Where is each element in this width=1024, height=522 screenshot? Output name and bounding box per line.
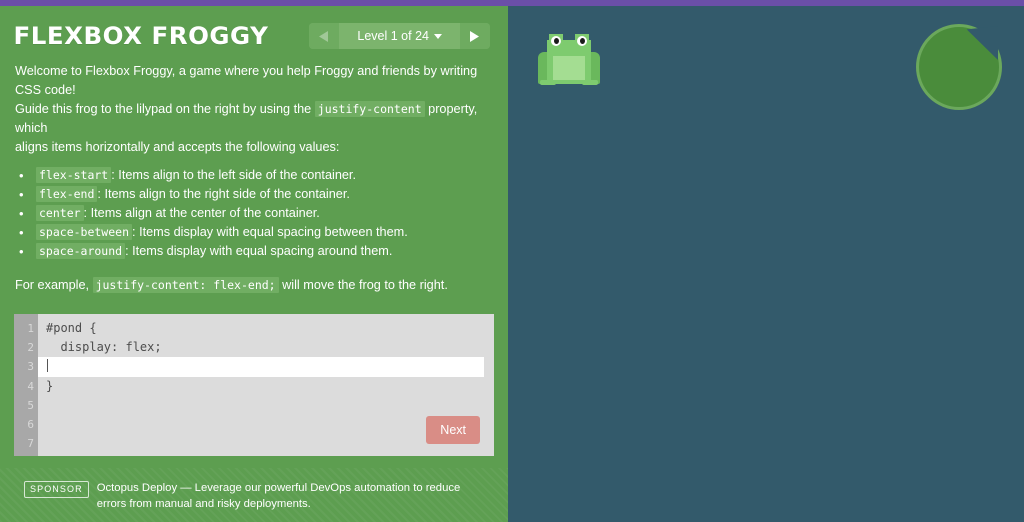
list-item: flex-end: Items align to the right side … <box>19 185 508 204</box>
value-desc-center: : Items align at the center of the conta… <box>83 206 320 220</box>
value-code-flex-end: flex-end <box>36 186 98 202</box>
intro-line-2-prefix: Guide this frog to the lilypad on the ri… <box>15 102 312 116</box>
line-number: 5 <box>27 398 34 412</box>
sponsor-row: SPONSOR Octopus Deploy — Leverage our po… <box>24 480 484 512</box>
value-desc-space-between: : Items display with equal spacing betwe… <box>132 225 408 239</box>
frog-belly <box>553 56 585 80</box>
value-code-space-between: space-between <box>36 224 133 240</box>
triangle-left-icon <box>319 30 329 42</box>
line-number: 4 <box>27 379 34 393</box>
frog-pupil-right <box>580 38 585 44</box>
code-line[interactable]: #pond { <box>38 319 494 338</box>
level-dropdown[interactable]: Level 1 of 24 <box>339 23 460 49</box>
instructions-panel: FLEXBOX FROGGY Level 1 of 24 Welcome to … <box>0 0 508 522</box>
top-accent-strip <box>0 0 1024 6</box>
list-item: center: Items align at the center of the… <box>19 204 508 223</box>
list-item: space-around: Items display with equal s… <box>19 242 508 261</box>
line-number: 2 <box>27 341 34 355</box>
page-title: FLEXBOX FROGGY <box>13 22 269 50</box>
line-number: 3 <box>27 360 34 374</box>
frog-character[interactable] <box>538 32 600 86</box>
sponsor-badge: SPONSOR <box>24 481 89 498</box>
value-desc-space-around: : Items display with equal spacing aroun… <box>125 244 393 258</box>
pond-inner <box>508 0 1024 522</box>
line-number: 6 <box>27 418 34 432</box>
intro-line-2: Guide this frog to the lilypad on the ri… <box>15 100 486 138</box>
code-line[interactable]: display: flex; <box>38 338 494 357</box>
level-label: Level 1 of 24 <box>357 29 429 43</box>
code-line[interactable]: } <box>38 377 494 396</box>
instructions-intro: Welcome to Flexbox Froggy, a game where … <box>0 50 508 157</box>
value-code-space-around: space-around <box>36 243 126 259</box>
sponsor-text[interactable]: Octopus Deploy — Leverage our powerful D… <box>97 480 484 512</box>
example-suffix: will move the frog to the right. <box>282 278 448 292</box>
lilypad-target <box>916 24 1002 110</box>
editor-gutter: 1 2 3 4 5 6 7 8 9 10 <box>14 314 38 456</box>
pond-area <box>508 0 1024 522</box>
header-row: FLEXBOX FROGGY Level 1 of 24 <box>0 6 508 50</box>
code-line-active[interactable] <box>38 357 484 377</box>
text-cursor <box>47 359 48 373</box>
value-desc-flex-end: : Items align to the right side of the c… <box>97 187 350 201</box>
line-number: 7 <box>27 437 34 451</box>
value-code-center: center <box>36 205 84 221</box>
flex-values-list: flex-start: Items align to the left side… <box>0 157 508 261</box>
frog-foot-right <box>582 80 598 85</box>
sponsor-band: SPONSOR Octopus Deploy — Leverage our po… <box>0 468 508 522</box>
flexbox-froggy-app: FLEXBOX FROGGY Level 1 of 24 Welcome to … <box>0 0 1024 522</box>
intro-line-3: aligns items horizontally and accepts th… <box>15 140 340 154</box>
inline-code-justify-content: justify-content <box>314 101 425 117</box>
list-item: space-between: Items display with equal … <box>19 223 508 242</box>
previous-level-button[interactable] <box>309 23 340 49</box>
line-number: 1 <box>27 322 34 335</box>
instructions-example: For example, justify-content: flex-end; … <box>0 261 508 295</box>
triangle-right-icon <box>470 30 479 42</box>
inline-code-example: justify-content: flex-end; <box>92 277 279 293</box>
intro-line-1: Welcome to Flexbox Froggy, a game where … <box>15 64 478 97</box>
list-item: flex-start: Items align to the left side… <box>19 166 508 185</box>
frog-foot-left <box>540 80 556 85</box>
chevron-down-icon <box>434 33 442 39</box>
next-button[interactable]: Next <box>426 416 480 444</box>
value-desc-flex-start: : Items align to the left side of the co… <box>111 168 356 182</box>
line-number: 8 <box>14 453 38 456</box>
level-selector[interactable]: Level 1 of 24 <box>309 23 490 49</box>
value-code-flex-start: flex-start <box>36 167 112 183</box>
frog-pupil-left <box>554 38 559 44</box>
code-editor[interactable]: 1 2 3 4 5 6 7 8 9 10 #pond { display: fl… <box>14 314 494 456</box>
example-prefix: For example, <box>15 278 90 292</box>
next-level-button[interactable] <box>460 23 490 49</box>
